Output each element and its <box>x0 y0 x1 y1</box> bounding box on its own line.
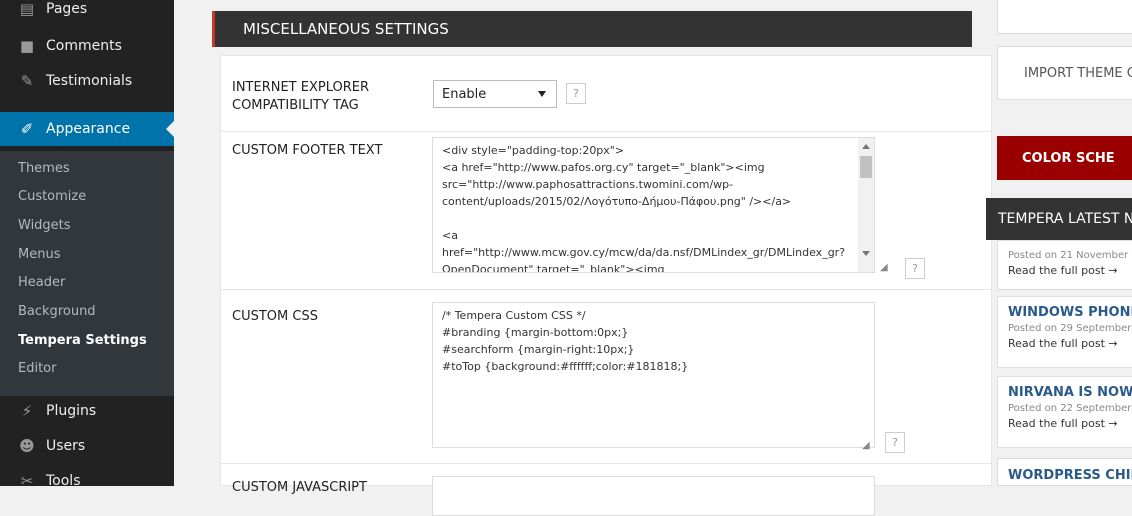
footer-text-label: Custom Footer Text <box>232 143 383 158</box>
code-line: #searchform {margin-right:10px;} <box>442 343 635 356</box>
news-title[interactable]: WINDOWS PHONE <box>1008 305 1132 320</box>
code-line: #branding {margin-bottom:0px;} <box>442 326 629 339</box>
code-line: <a href="http://www.pafos.org.cy" target… <box>442 161 765 174</box>
setting-row-custom-js: Custom JavaScript <box>221 464 991 516</box>
menu-item-label: Testimonials <box>46 73 133 89</box>
submenu-customize[interactable]: Customize <box>18 189 86 204</box>
latest-news-title: TEMPERA LATEST N <box>998 211 1132 227</box>
pin-icon: ✎ <box>20 72 34 90</box>
menu-item-pages[interactable]: ▤ Pages <box>0 0 174 26</box>
color-scheme-label: COLOR SCHE <box>1022 150 1115 166</box>
custom-css-label: Custom CSS <box>232 309 318 324</box>
chevron-down-icon <box>538 91 546 97</box>
menu-item-plugins[interactable]: ⚡ Plugins <box>0 394 174 428</box>
settings-panel: Internet Explorer Compatibility Tag Enab… <box>220 55 992 516</box>
read-more-link[interactable]: Read the full post → <box>1008 337 1132 350</box>
ie-compat-label: Internet Explorer Compatibility Tag <box>232 80 370 113</box>
scroll-up-icon[interactable] <box>862 144 870 149</box>
menu-item-label: Plugins <box>46 403 97 419</box>
code-line: content/uploads/2015/02/Λογότυπο-Δήμου-Π… <box>442 195 792 208</box>
submenu-header[interactable]: Header <box>18 275 65 290</box>
menu-item-label: Tools <box>46 473 81 489</box>
help-button[interactable]: ? <box>905 258 925 279</box>
pages-icon: ▤ <box>19 0 35 18</box>
news-date: Posted on 21 November <box>1008 250 1129 261</box>
code-line: #toTop {background:#ffffff;color:#181818… <box>442 360 689 373</box>
news-item: NIRVANA IS NOW Posted on 22 September Re… <box>997 376 1132 448</box>
users-icon: ☻ <box>19 437 35 455</box>
menu-item-appearance[interactable]: ✐ Appearance <box>0 112 174 146</box>
custom-js-label: Custom JavaScript <box>232 480 367 495</box>
ie-compat-selected-value: Enable <box>442 86 487 102</box>
menu-item-comments[interactable]: ■ Comments <box>0 29 174 63</box>
menu-item-label: Comments <box>46 38 122 54</box>
brush-icon: ✐ <box>20 120 34 138</box>
code-line: <a <box>442 229 458 242</box>
setting-row-custom-css: Custom CSS /* Tempera Custom CSS */ #bra… <box>221 290 991 464</box>
submenu-tempera-settings[interactable]: Tempera Settings <box>18 333 147 348</box>
news-date: Posted on 29 September <box>1008 323 1132 334</box>
resize-handle-icon[interactable]: ◢ <box>862 440 874 452</box>
code-line: OpenDocument" target="_blank"><img <box>442 263 665 273</box>
setting-row-ie-compat: Internet Explorer Compatibility Tag Enab… <box>221 56 991 132</box>
code-line: /* Tempera Custom CSS */ <box>442 309 586 322</box>
scroll-thumb[interactable] <box>860 156 872 178</box>
menu-item-label: Users <box>46 438 86 454</box>
section-title: Miscellaneous Settings <box>243 20 449 38</box>
menu-item-tools[interactable]: ✂ Tools <box>0 464 174 498</box>
help-button[interactable]: ? <box>566 83 586 104</box>
comments-icon: ■ <box>19 37 35 55</box>
news-title[interactable]: NIRVANA IS NOW <box>1008 385 1132 400</box>
custom-css-textarea[interactable]: /* Tempera Custom CSS */ #branding {marg… <box>432 302 875 448</box>
right-top-box <box>997 0 1132 34</box>
help-button[interactable]: ? <box>885 432 905 453</box>
plug-icon: ⚡ <box>21 402 33 420</box>
section-header[interactable]: Miscellaneous Settings <box>212 11 972 47</box>
submenu-themes[interactable]: Themes <box>18 161 70 176</box>
submenu-widgets[interactable]: Widgets <box>18 218 71 233</box>
submenu-menus[interactable]: Menus <box>18 247 60 262</box>
textarea-scrollbar[interactable] <box>858 138 874 272</box>
appearance-submenu: Themes Customize Widgets Menus Header Ba… <box>0 151 174 396</box>
code-line: <div style="padding-top:20px"> <box>442 144 625 157</box>
news-item: WORDPRESS CHIL <box>997 458 1132 486</box>
color-scheme-button[interactable]: COLOR SCHE <box>997 136 1132 180</box>
resize-handle-icon[interactable]: ◢ <box>880 262 892 274</box>
submenu-background[interactable]: Background <box>18 304 96 319</box>
scroll-down-icon[interactable] <box>862 251 870 256</box>
ie-compat-select[interactable]: Enable <box>433 80 557 108</box>
code-line: src="http://www.paphosattractions.twomin… <box>442 178 734 191</box>
news-date: Posted on 22 September <box>1008 403 1132 414</box>
submenu-editor[interactable]: Editor <box>18 361 56 376</box>
code-line: href="http://www.mcw.gov.cy/mcw/da/da.ns… <box>442 246 846 259</box>
news-item: WINDOWS PHONE Posted on 29 September Rea… <box>997 296 1132 368</box>
admin-sidebar: ▤ Pages ■ Comments ✎ Testimonials ✐ Appe… <box>0 0 174 490</box>
wrench-icon: ✂ <box>20 472 34 490</box>
import-theme-button[interactable]: IMPORT THEME O <box>997 46 1132 100</box>
menu-item-label: Pages <box>46 1 88 17</box>
news-title[interactable]: WORDPRESS CHIL <box>1008 468 1132 483</box>
read-more-link[interactable]: Read the full post → <box>1008 264 1132 277</box>
read-more-link[interactable]: Read the full post → <box>1008 417 1132 430</box>
import-theme-label: IMPORT THEME O <box>1024 65 1132 81</box>
footer-text-textarea[interactable]: <div style="padding-top:20px"> <a href="… <box>432 137 875 273</box>
menu-item-users[interactable]: ☻ Users <box>0 429 174 463</box>
custom-js-textarea[interactable] <box>432 476 875 516</box>
latest-news-header: TEMPERA LATEST N <box>986 198 1132 240</box>
menu-item-testimonials[interactable]: ✎ Testimonials <box>0 64 174 98</box>
setting-row-footer-text: Custom Footer Text <div style="padding-t… <box>221 132 991 290</box>
news-item: Posted on 21 November Read the full post… <box>997 240 1132 290</box>
menu-item-label: Appearance <box>46 121 131 137</box>
